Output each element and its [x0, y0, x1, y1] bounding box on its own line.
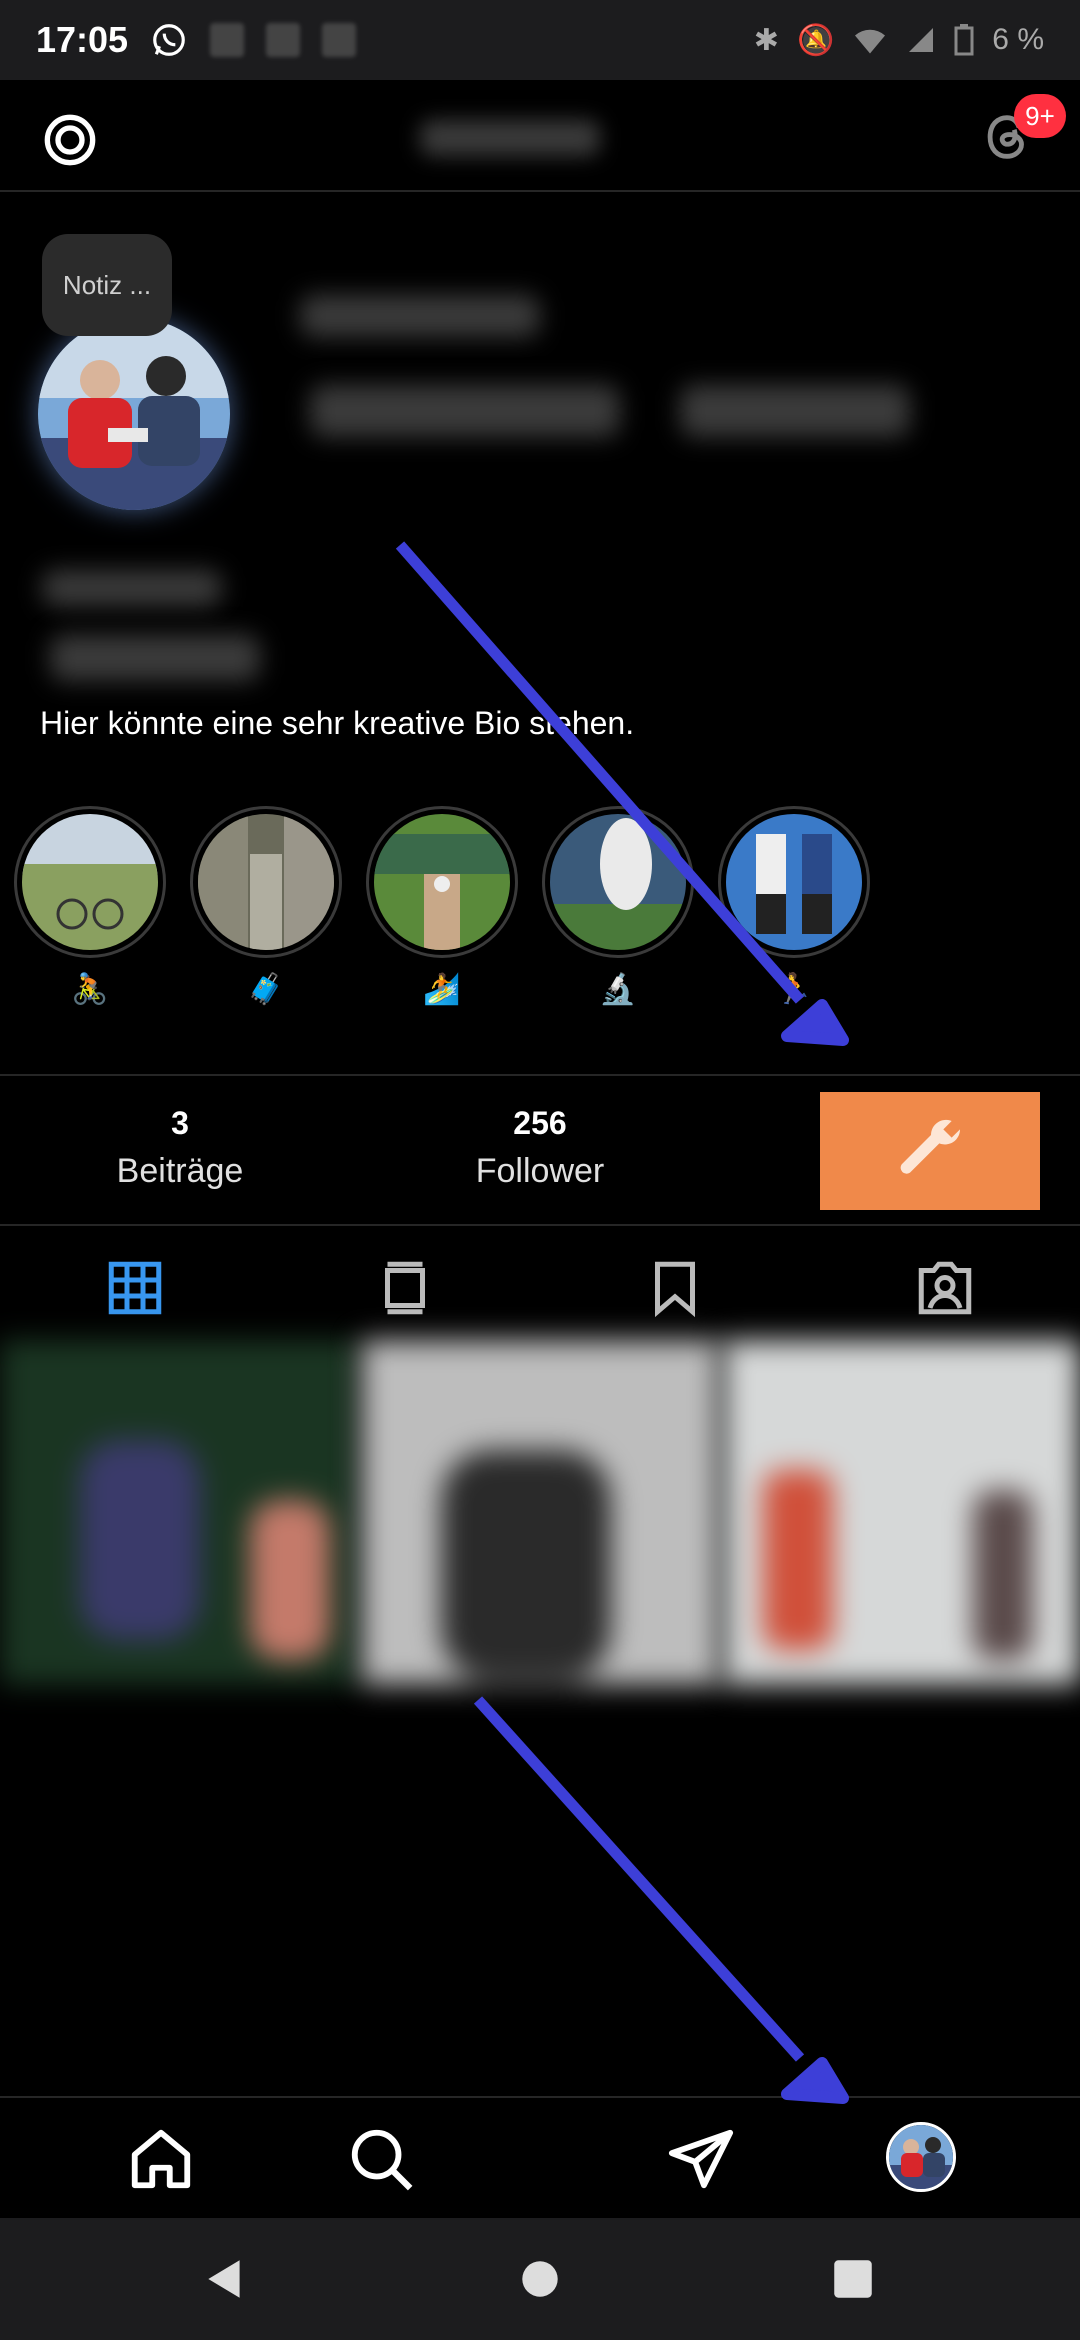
system-navigation-bar — [0, 2218, 1080, 2340]
kleinanzeigen-icon — [210, 23, 245, 57]
home-icon[interactable] — [126, 2124, 196, 2194]
display-name-blurred — [42, 570, 222, 606]
profile-tabs — [0, 1240, 1080, 1336]
status-system-icons: ✱ 🔕 6 % — [754, 23, 1044, 58]
battery-icon — [954, 24, 974, 56]
battery-percent: 6 % — [992, 23, 1044, 56]
notification-badge[interactable]: 9+ — [1014, 94, 1066, 138]
bottom-navigation — [0, 2096, 1080, 2218]
highlight-emoji: 🧳 — [247, 973, 285, 1006]
highlight-emoji: 🏃 — [775, 973, 813, 1006]
posts-count: 3 — [171, 1105, 189, 1141]
stats-top-divider — [0, 1074, 1080, 1076]
app-notification-icon — [266, 23, 301, 57]
post-thumbnail[interactable] — [0, 1340, 358, 1685]
posts-stat[interactable]: 3 Beiträge — [50, 1105, 310, 1191]
wifi-icon — [855, 29, 886, 54]
stats-bottom-divider — [0, 1224, 1080, 1226]
edit-profile-button-blurred[interactable] — [310, 385, 620, 437]
pronouns-blurred — [50, 635, 260, 681]
annotation-arrow — [473, 1696, 805, 2062]
followers-count: 256 — [513, 1105, 567, 1141]
share-profile-button-blurred[interactable] — [680, 385, 910, 437]
status-notification-icons — [150, 21, 357, 59]
profile-avatar[interactable] — [38, 318, 230, 510]
gear-icon[interactable] — [38, 108, 102, 172]
highlight-item[interactable]: 🔬 — [542, 806, 694, 1006]
note-bubble[interactable]: Notiz ... — [42, 234, 172, 336]
profile-bio: Hier könnte eine sehr kreative Bio stehe… — [40, 705, 635, 741]
grid-icon[interactable] — [105, 1258, 165, 1318]
app-notification-icon — [322, 23, 357, 57]
status-time: 17:05 — [36, 19, 129, 60]
signal-icon — [909, 28, 934, 52]
username-title[interactable] — [420, 120, 600, 156]
bookmark-icon[interactable] — [645, 1258, 705, 1318]
search-icon[interactable] — [346, 2124, 416, 2194]
bluetooth-icon: ✱ — [753, 23, 779, 57]
home-circle-icon[interactable] — [515, 2254, 565, 2304]
wrench-button[interactable] — [820, 1092, 1040, 1210]
send-icon[interactable] — [666, 2124, 736, 2194]
story-highlights: 🚴 🧳 🏄 🔬 🏃 — [14, 806, 1074, 1016]
post-thumbnail[interactable] — [722, 1340, 1080, 1685]
status-bar: 17:05 ✱ 🔕 6 % — [0, 0, 1080, 80]
profile-name-blurred — [300, 295, 540, 337]
highlight-item[interactable]: 🏃 — [718, 806, 870, 1006]
highlight-emoji: 🔬 — [599, 973, 637, 1006]
back-icon[interactable] — [200, 2254, 250, 2304]
whatsapp-icon — [153, 24, 185, 56]
highlight-item[interactable]: 🚴 — [14, 806, 166, 1006]
posts-label: Beiträge — [116, 1152, 244, 1190]
post-thumbnail[interactable] — [361, 1340, 719, 1685]
annotation-arrowhead — [781, 2057, 849, 2104]
profile-tab-avatar[interactable] — [886, 2122, 956, 2192]
mute-icon: 🔕 — [796, 23, 835, 57]
highlight-item[interactable]: 🏄 — [366, 806, 518, 1006]
profile-header: 9+ — [0, 80, 1080, 192]
posts-grid — [0, 1340, 1080, 1685]
highlight-emoji: 🏄 — [423, 973, 461, 1006]
wrench-icon — [900, 1119, 961, 1174]
tagged-icon[interactable] — [915, 1258, 975, 1318]
followers-stat[interactable]: 256 Follower — [410, 1105, 670, 1191]
reels-icon[interactable] — [375, 1258, 435, 1318]
recents-icon[interactable] — [828, 2254, 878, 2304]
highlight-item[interactable]: 🧳 — [190, 806, 342, 1006]
highlight-emoji: 🚴 — [71, 973, 109, 1006]
followers-label: Follower — [475, 1152, 605, 1190]
